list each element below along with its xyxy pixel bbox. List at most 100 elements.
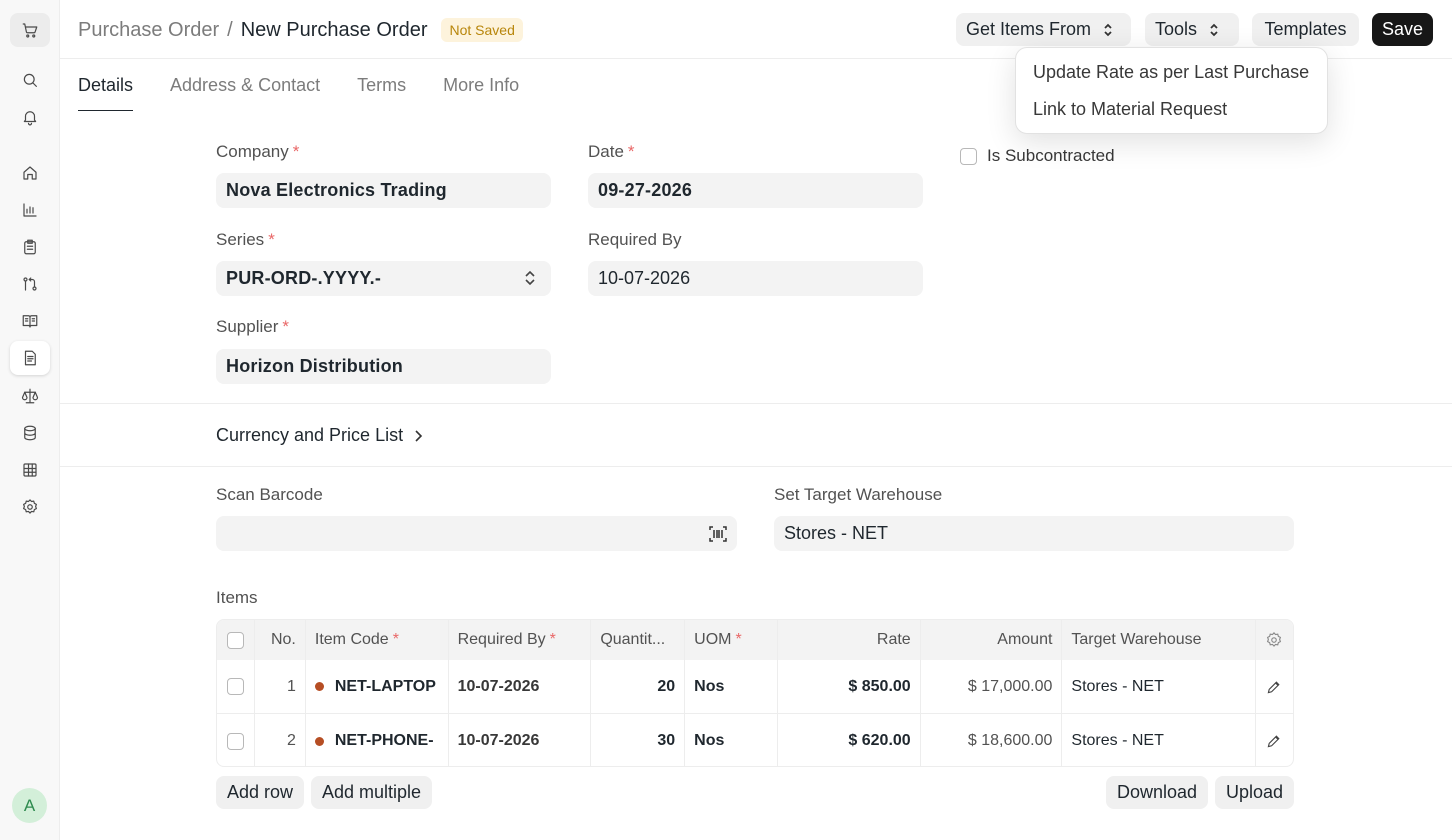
row-amount: $ 17,000.00 [921,660,1063,713]
tab-terms[interactable]: Terms [357,60,406,111]
currency-section-title: Currency and Price List [216,425,404,445]
tab-details[interactable]: Details [78,60,134,111]
company-field[interactable]: Nova Electronics Trading [216,173,551,208]
col-quantity: Quantit... [591,620,686,660]
updown-icon [1210,23,1218,36]
row-uom[interactable]: Nos [685,714,778,766]
col-required-by: Required By * [449,620,592,660]
row-quantity[interactable]: 20 [591,660,686,713]
sidebar: A [0,0,60,840]
save-button[interactable]: Save [1372,13,1433,46]
tools-label: Tools [1155,19,1198,39]
breadcrumb-separator: / [227,18,233,41]
book-icon[interactable] [10,304,50,338]
is-subcontracted[interactable]: Is Subcontracted [960,146,1115,166]
is-subcontracted-checkbox[interactable] [960,147,977,165]
row-uom[interactable]: Nos [685,660,778,713]
row-edit[interactable] [1256,714,1293,766]
row-no: 2 [255,714,306,766]
table-row[interactable]: 1 NET-LAPTOP 10-07-2026 20 Nos $ 850.00 … [217,660,1293,714]
series-select[interactable]: PUR-ORD-.YYYY.- [216,261,551,296]
row-warehouse[interactable]: Stores - NET [1062,714,1257,766]
tools-button[interactable]: Tools [1145,13,1239,46]
required-by-field[interactable]: 10-07-2026 [588,261,923,296]
row-amount: $ 18,600.00 [921,714,1063,766]
avatar[interactable]: A [12,788,47,823]
section-divider [60,403,1452,404]
scan-barcode-input[interactable] [216,516,737,551]
col-uom: UOM * [685,620,778,660]
row-required-by[interactable]: 10-07-2026 [449,714,592,766]
date-field[interactable]: 09-27-2026 [588,173,923,208]
row-item-code[interactable]: NET-PHONE- [306,714,449,766]
clipboard-icon[interactable] [10,230,50,264]
col-rate: Rate [778,620,921,660]
pencil-icon [1268,680,1281,693]
menu-item-link-material-request[interactable]: Link to Material Request [1016,91,1327,128]
required-by-label: Required By [588,230,682,249]
row-warehouse[interactable]: Stores - NET [1062,660,1257,713]
column-settings[interactable] [1256,620,1293,660]
add-multiple-button[interactable]: Add multiple [311,776,433,809]
pencil-icon [1268,735,1281,748]
status-badge: Not Saved [441,18,523,42]
row-required-by[interactable]: 10-07-2026 [449,660,592,713]
page-title: New Purchase Order [240,18,428,41]
row-item-code[interactable]: NET-LAPTOP [306,660,449,713]
row-rate[interactable]: $ 850.00 [778,660,921,713]
company-label: Company * [216,142,300,161]
scale-icon[interactable] [10,379,50,413]
templates-label: Templates [1264,19,1347,39]
updown-icon [1104,23,1112,36]
table-header: No. Item Code * Required By * Quantit... U… [217,620,1293,660]
tools-menu: Update Rate as per Last Purchase Link to… [1015,47,1328,134]
upload-button[interactable]: Upload [1215,776,1295,809]
cart-icon[interactable] [10,13,50,47]
home-icon[interactable] [10,156,50,190]
date-label: Date * [588,142,635,161]
status-dot [314,736,324,746]
add-row-button[interactable]: Add row [216,776,305,809]
series-value: PUR-ORD-.YYYY.- [226,268,382,288]
col-amount: Amount [921,620,1063,660]
supplier-field[interactable]: Horizon Distribution [216,349,551,384]
flow-icon[interactable] [10,267,50,301]
series-label: Series * [216,230,275,249]
form-tabs: Details Address & Contact Terms More Inf… [78,60,519,111]
supplier-label: Supplier * [216,317,289,336]
chart-icon[interactable] [10,193,50,227]
col-item-code: Item Code * [306,620,449,660]
get-items-from-button[interactable]: Get Items From [956,13,1131,46]
download-button[interactable]: Download [1106,776,1209,809]
row-checkbox[interactable] [226,732,244,750]
currency-section-toggle[interactable]: Currency and Price List [216,425,423,446]
table-row[interactable]: 2 NET-PHONE- 10-07-2026 30 Nos $ 620.00 … [217,714,1293,766]
items-table: No. Item Code * Required By * Quantit... U… [216,619,1294,767]
menu-item-update-rate[interactable]: Update Rate as per Last Purchase [1016,54,1327,91]
breadcrumb-parent[interactable]: Purchase Order [78,19,219,42]
target-warehouse-field[interactable]: Stores - NET [774,516,1294,551]
document-icon[interactable] [10,341,50,375]
status-dot [314,682,324,691]
target-warehouse-label: Set Target Warehouse [774,485,943,504]
table-icon[interactable] [10,453,50,487]
scan-barcode-label: Scan Barcode [216,485,323,504]
row-quantity[interactable]: 30 [591,714,686,766]
bell-icon[interactable] [10,100,50,134]
row-edit[interactable] [1256,660,1293,713]
gear-icon[interactable] [10,490,50,524]
templates-button[interactable]: Templates [1252,13,1359,46]
row-rate[interactable]: $ 620.00 [778,714,921,766]
barcode-icon[interactable] [708,524,728,544]
tab-address-contact[interactable]: Address & Contact [170,60,320,111]
items-label: Items [216,588,258,607]
tab-more-info[interactable]: More Info [443,60,519,111]
select-all-checkbox[interactable] [226,631,244,649]
database-icon[interactable] [10,416,50,450]
row-checkbox[interactable] [226,678,244,695]
updown-icon [525,270,535,286]
search-icon[interactable] [10,63,50,97]
chevron-right-icon [415,429,423,442]
col-no: No. [255,620,306,660]
col-target-warehouse: Target Warehouse [1062,620,1257,660]
